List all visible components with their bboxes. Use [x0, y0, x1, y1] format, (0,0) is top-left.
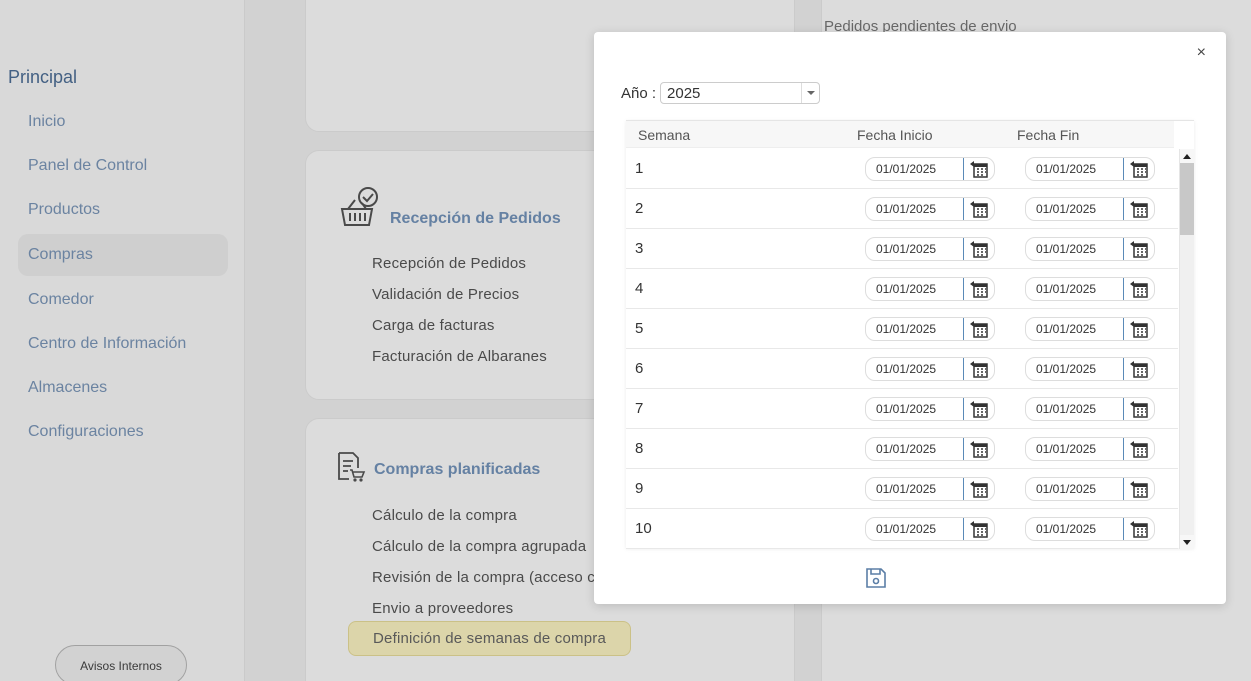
grid-scrollbar[interactable] [1179, 149, 1194, 549]
week-number: 2 [635, 200, 644, 217]
fecha-fin-input[interactable]: 01/01/2025 [1036, 362, 1096, 376]
week-number: 8 [635, 440, 644, 457]
fecha-inicio-input[interactable]: 01/01/2025 [876, 482, 936, 496]
table-row[interactable]: 4 01/01/2025 01/01/2025 [626, 269, 1178, 309]
week-number: 4 [635, 280, 644, 297]
table-row[interactable]: 5 01/01/2025 01/01/2025 [626, 309, 1178, 349]
week-number: 1 [635, 160, 644, 177]
fecha-inicio-input[interactable]: 01/01/2025 [876, 322, 936, 336]
table-row[interactable]: 7 01/01/2025 01/01/2025 [626, 389, 1178, 429]
table-row[interactable]: 2 01/01/2025 01/01/2025 [626, 189, 1178, 229]
fecha-fin-picker[interactable]: 01/01/2025 [1025, 277, 1155, 301]
calendar-icon[interactable] [1123, 318, 1154, 340]
column-header-semana[interactable]: Semana [638, 127, 690, 143]
week-number: 3 [635, 240, 644, 257]
fecha-fin-picker[interactable]: 01/01/2025 [1025, 157, 1155, 181]
fecha-inicio-input[interactable]: 01/01/2025 [876, 242, 936, 256]
fecha-fin-picker[interactable]: 01/01/2025 [1025, 517, 1155, 541]
fecha-inicio-input[interactable]: 01/01/2025 [876, 282, 936, 296]
calendar-icon[interactable] [1123, 518, 1154, 540]
fecha-fin-input[interactable]: 01/01/2025 [1036, 282, 1096, 296]
fecha-inicio-input[interactable]: 01/01/2025 [876, 362, 936, 376]
calendar-icon[interactable] [963, 238, 994, 260]
column-header-fecha-fin[interactable]: Fecha Fin [1017, 127, 1079, 143]
scroll-thumb[interactable] [1180, 163, 1194, 235]
column-header-fecha-inicio[interactable]: Fecha Inicio [857, 127, 932, 143]
calendar-icon[interactable] [1123, 198, 1154, 220]
table-row[interactable]: 8 01/01/2025 01/01/2025 [626, 429, 1178, 469]
fecha-fin-input[interactable]: 01/01/2025 [1036, 522, 1096, 536]
table-row[interactable]: 6 01/01/2025 01/01/2025 [626, 349, 1178, 389]
fecha-inicio-picker[interactable]: 01/01/2025 [865, 277, 995, 301]
calendar-icon[interactable] [963, 198, 994, 220]
fecha-inicio-picker[interactable]: 01/01/2025 [865, 157, 995, 181]
save-icon [864, 568, 888, 594]
calendar-icon[interactable] [1123, 478, 1154, 500]
fecha-inicio-picker[interactable]: 01/01/2025 [865, 237, 995, 261]
fecha-inicio-input[interactable]: 01/01/2025 [876, 162, 936, 176]
fecha-fin-input[interactable]: 01/01/2025 [1036, 482, 1096, 496]
fecha-fin-picker[interactable]: 01/01/2025 [1025, 317, 1155, 341]
fecha-inicio-picker[interactable]: 01/01/2025 [865, 397, 995, 421]
fecha-fin-picker[interactable]: 01/01/2025 [1025, 397, 1155, 421]
calendar-icon[interactable] [963, 438, 994, 460]
fecha-fin-picker[interactable]: 01/01/2025 [1025, 237, 1155, 261]
week-number: 9 [635, 480, 644, 497]
fecha-inicio-picker[interactable]: 01/01/2025 [865, 477, 995, 501]
fecha-inicio-picker[interactable]: 01/01/2025 [865, 437, 995, 461]
save-button[interactable] [864, 566, 888, 590]
fecha-inicio-input[interactable]: 01/01/2025 [876, 522, 936, 536]
year-value: 2025 [667, 85, 701, 102]
week-number: 7 [635, 400, 644, 417]
week-number: 6 [635, 360, 644, 377]
fecha-fin-picker[interactable]: 01/01/2025 [1025, 357, 1155, 381]
calendar-icon[interactable] [1123, 278, 1154, 300]
calendar-icon[interactable] [963, 318, 994, 340]
year-select[interactable]: 2025 [660, 82, 821, 104]
week-number: 5 [635, 320, 644, 337]
grid-body: 1 01/01/2025 01/01/2025 2 01/01/2025 01/… [626, 149, 1178, 549]
calendar-icon[interactable] [963, 478, 994, 500]
fecha-inicio-picker[interactable]: 01/01/2025 [865, 197, 995, 221]
fecha-fin-input[interactable]: 01/01/2025 [1036, 242, 1096, 256]
fecha-inicio-picker[interactable]: 01/01/2025 [865, 517, 995, 541]
grid-header: Semana Fecha Inicio Fecha Fin [626, 121, 1174, 148]
table-row[interactable]: 3 01/01/2025 01/01/2025 [626, 229, 1178, 269]
fecha-inicio-input[interactable]: 01/01/2025 [876, 202, 936, 216]
table-row[interactable]: 9 01/01/2025 01/01/2025 [626, 469, 1178, 509]
year-row: Año : 2025 [621, 82, 821, 104]
calendar-icon[interactable] [963, 398, 994, 420]
calendar-icon[interactable] [1123, 398, 1154, 420]
calendar-icon[interactable] [1123, 238, 1154, 260]
calendar-icon[interactable] [1123, 158, 1154, 180]
fecha-fin-picker[interactable]: 01/01/2025 [1025, 477, 1155, 501]
fecha-fin-input[interactable]: 01/01/2025 [1036, 202, 1096, 216]
fecha-fin-picker[interactable]: 01/01/2025 [1025, 437, 1155, 461]
fecha-fin-input[interactable]: 01/01/2025 [1036, 322, 1096, 336]
fecha-fin-picker[interactable]: 01/01/2025 [1025, 197, 1155, 221]
fecha-fin-input[interactable]: 01/01/2025 [1036, 402, 1096, 416]
table-row[interactable]: 10 01/01/2025 01/01/2025 [626, 509, 1178, 549]
close-button[interactable]: × [1197, 44, 1206, 62]
calendar-icon[interactable] [1123, 358, 1154, 380]
fecha-inicio-picker[interactable]: 01/01/2025 [865, 317, 995, 341]
weeks-grid: Semana Fecha Inicio Fecha Fin 1 01/01/20… [626, 120, 1194, 549]
calendar-icon[interactable] [963, 358, 994, 380]
chevron-down-icon[interactable] [801, 83, 819, 103]
calendar-icon[interactable] [963, 278, 994, 300]
fecha-inicio-input[interactable]: 01/01/2025 [876, 402, 936, 416]
week-number: 10 [635, 520, 652, 537]
fecha-inicio-input[interactable]: 01/01/2025 [876, 442, 936, 456]
year-label: Año : [621, 84, 657, 102]
calendar-icon[interactable] [963, 158, 994, 180]
semanas-modal: × Año : 2025 Semana Fecha Inicio Fecha F… [594, 32, 1226, 604]
fecha-fin-input[interactable]: 01/01/2025 [1036, 442, 1096, 456]
calendar-icon[interactable] [1123, 438, 1154, 460]
table-row[interactable]: 1 01/01/2025 01/01/2025 [626, 149, 1178, 189]
fecha-inicio-picker[interactable]: 01/01/2025 [865, 357, 995, 381]
scroll-down-icon[interactable] [1180, 535, 1194, 549]
scroll-up-icon[interactable] [1180, 149, 1194, 163]
calendar-icon[interactable] [963, 518, 994, 540]
fecha-fin-input[interactable]: 01/01/2025 [1036, 162, 1096, 176]
